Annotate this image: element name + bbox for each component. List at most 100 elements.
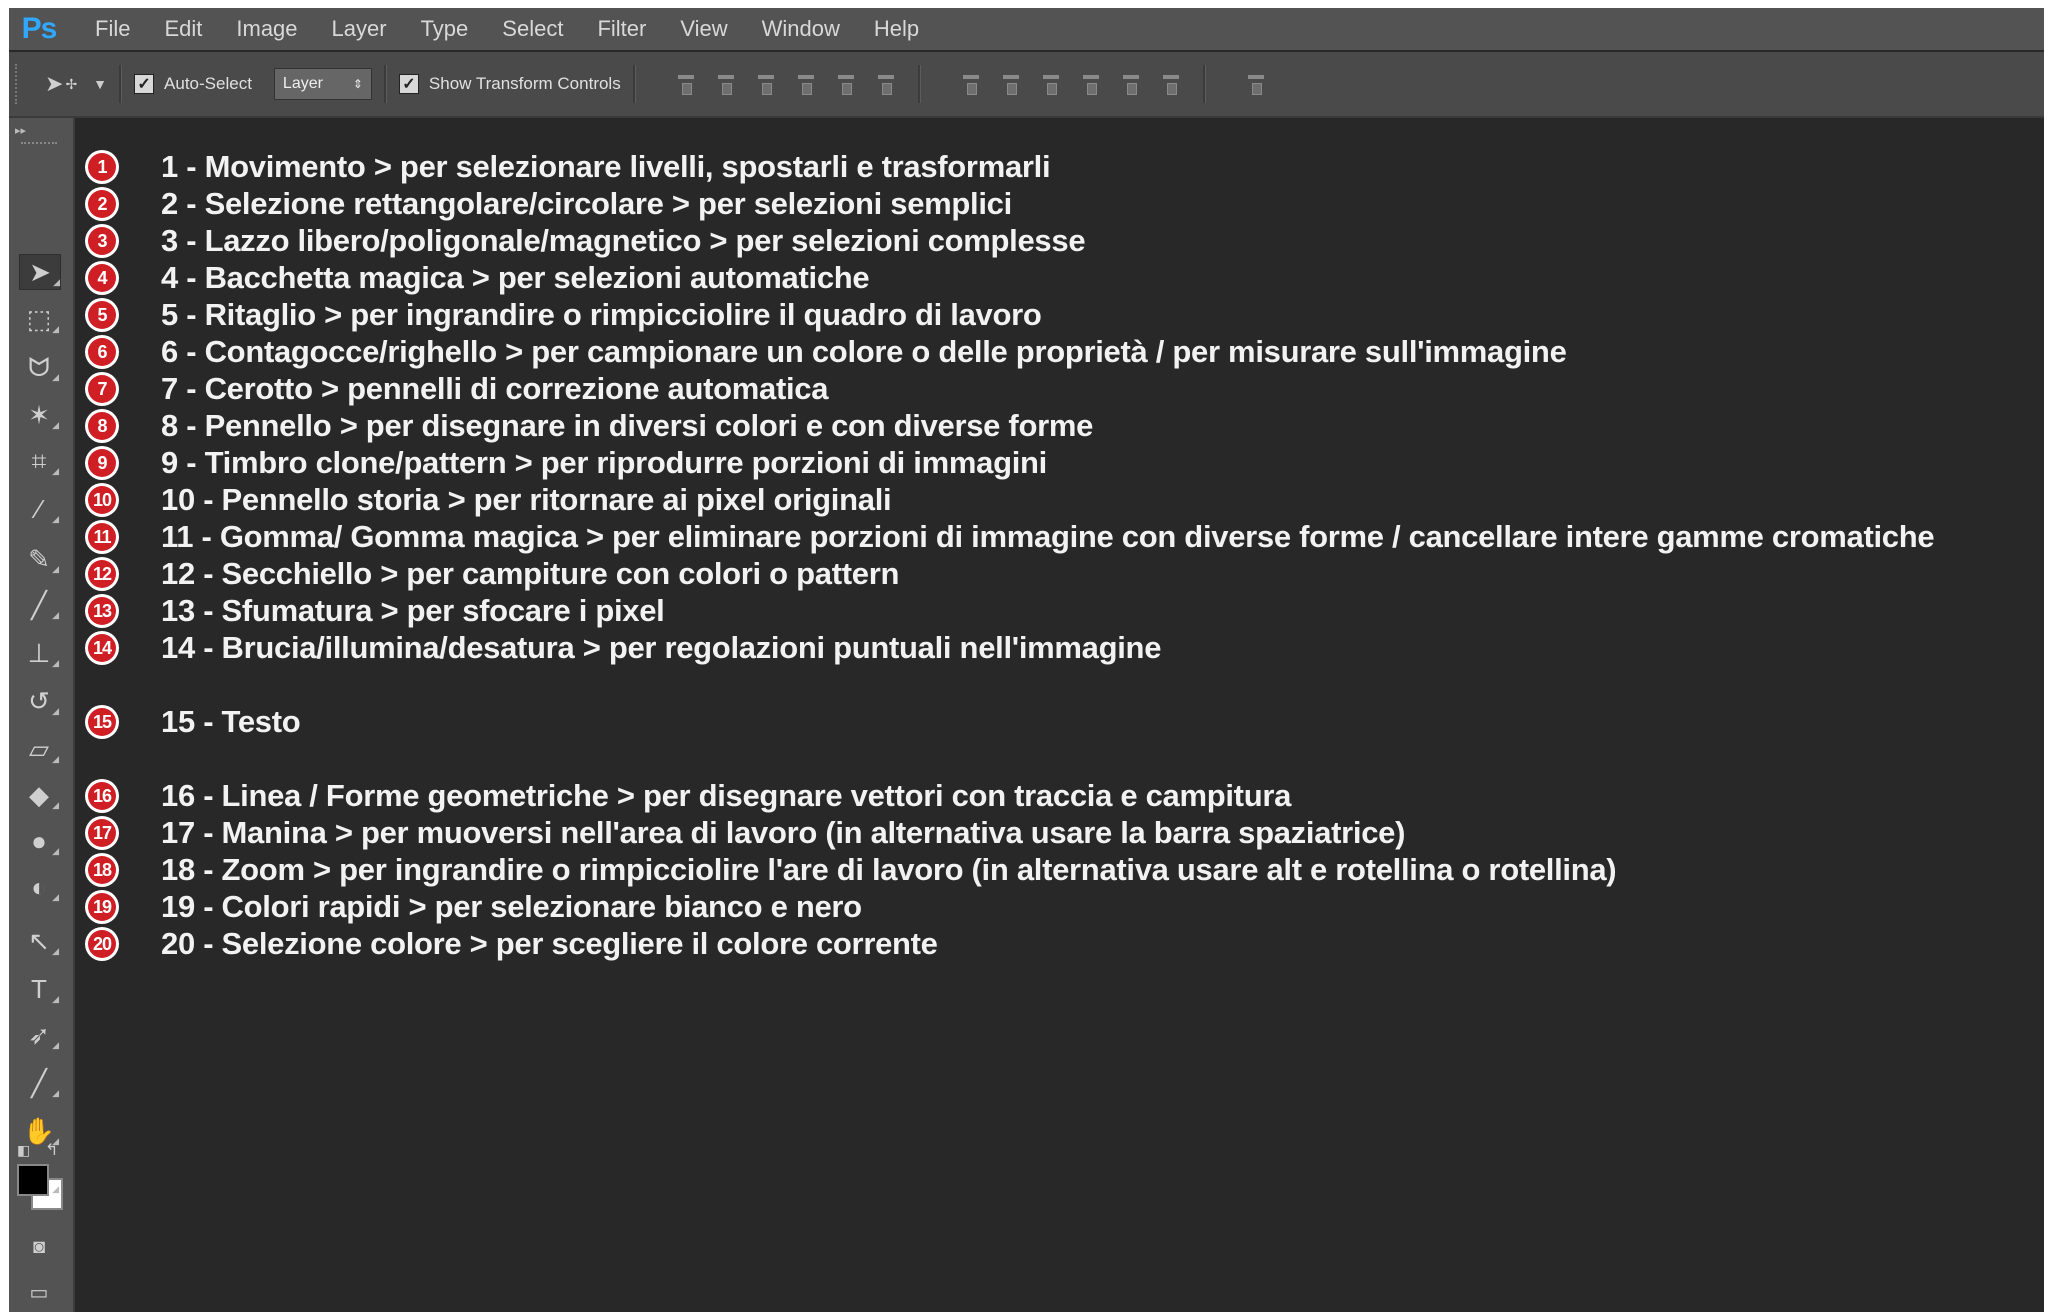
number-badge-label: 11 — [88, 523, 116, 551]
list-item-text: 5 - Ritaglio > per ingrandire o rimpicci… — [161, 297, 1042, 332]
number-badge-label: 4 — [88, 264, 116, 292]
number-badge-label: 18 — [88, 856, 116, 884]
number-badge: 17 — [85, 816, 119, 850]
show-transform-controls-label: Show Transform Controls — [428, 74, 621, 93]
foreground-color-swatch[interactable] — [17, 1164, 49, 1196]
divider — [119, 65, 123, 103]
number-badge: 11 — [85, 520, 119, 554]
quick-mask-icon[interactable]: ◙ — [19, 1230, 59, 1264]
path-selection-tool-icon: ➶ — [28, 1020, 50, 1050]
menu-layer[interactable]: Layer — [332, 16, 387, 42]
menu-bar: Ps File Edit Image Layer Type Select Fil… — [9, 8, 2044, 50]
number-badge-label: 14 — [88, 634, 116, 662]
list-item-text: 18 - Zoom > per ingrandire o rimpiccioli… — [161, 852, 1617, 887]
line-tool-icon: ╱ — [31, 1068, 47, 1098]
align-right-edges-icon[interactable] — [875, 71, 897, 97]
menu-edit[interactable]: Edit — [164, 16, 202, 42]
divider — [383, 65, 387, 103]
list-item-text: 3 - Lazzo libero/poligonale/magnetico > … — [161, 223, 1086, 258]
number-badge-label: 12 — [88, 560, 116, 588]
tool-preset-picker[interactable]: ➤ ✢ ▼ — [45, 71, 107, 97]
list-item-text: 4 - Bacchetta magica > per selezioni aut… — [161, 260, 870, 295]
number-badge-label: 8 — [88, 412, 116, 440]
number-badge: 7 — [85, 372, 119, 406]
auto-select-target-dropdown[interactable]: Layer ⇕ — [273, 68, 372, 100]
tool-flyout-indicator: ◢ — [52, 994, 59, 1004]
list-item-text: 19 - Colori rapidi > per selezionare bia… — [161, 889, 862, 924]
tool-flyout-indicator: ◢ — [52, 754, 59, 764]
type-tool-icon: T — [31, 974, 47, 1004]
number-badge-label: 7 — [88, 375, 116, 403]
distribute-bottom-edges-icon[interactable] — [1040, 71, 1062, 97]
checkmark-icon: ✓ — [134, 74, 155, 94]
list-item-text: 15 - Testo — [161, 704, 301, 739]
distribute-vertical-centers-icon[interactable] — [1000, 71, 1022, 97]
list-item-text: 20 - Selezione colore > per scegliere il… — [161, 926, 938, 961]
number-badge: 8 — [85, 409, 119, 443]
auto-select-target-value: Layer — [282, 75, 323, 92]
menu-filter[interactable]: Filter — [597, 16, 646, 42]
number-badge: 13 — [85, 594, 119, 628]
distribute-left-edges-icon[interactable] — [1080, 71, 1102, 97]
number-badge-label: 17 — [88, 819, 116, 847]
plus-icon: ✢ — [65, 75, 78, 92]
tool-flyout-indicator: ◢ — [52, 1136, 59, 1146]
hand-tool-button[interactable]: ✋ ◢ — [19, 1114, 59, 1148]
number-badge-label: 15 — [88, 708, 116, 736]
path-selection-tool-button[interactable]: ➶ ◢ — [19, 1018, 59, 1052]
tool-flyout-indicator: ◢ — [52, 1184, 59, 1194]
move-tool-icon: ➤ — [45, 71, 64, 96]
menu-help[interactable]: Help — [874, 16, 919, 42]
align-horizontal-centers-icon[interactable] — [835, 71, 857, 97]
menu-window[interactable]: Window — [762, 16, 840, 42]
number-badge-label: 19 — [88, 893, 116, 921]
show-transform-controls-checkbox[interactable]: ✓ Show Transform Controls — [398, 74, 621, 94]
menu-view[interactable]: View — [680, 16, 727, 42]
align-bottom-edges-icon[interactable] — [755, 71, 777, 97]
list-item-text: 7 - Cerotto > pennelli di correzione aut… — [161, 371, 829, 406]
number-badge: 14 — [85, 631, 119, 665]
align-top-edges-icon[interactable] — [675, 71, 697, 97]
list-item-text: 1 - Movimento > per selezionare livelli,… — [161, 149, 1051, 184]
line-tool-button[interactable]: ╱ ◢ — [19, 1066, 59, 1100]
distribute-horizontal-centers-icon[interactable] — [1120, 71, 1142, 97]
divider — [632, 65, 636, 103]
tool-flyout-indicator: ◢ — [52, 1040, 59, 1050]
options-bar-grip[interactable] — [15, 64, 23, 104]
stepper-arrows-icon: ⇕ — [352, 77, 363, 91]
number-badge: 4 — [85, 261, 119, 295]
number-badge: 2 — [85, 187, 119, 221]
auto-align-buttons — [1236, 71, 1276, 97]
number-badge-label: 5 — [88, 301, 116, 329]
menu-select[interactable]: Select — [502, 16, 563, 42]
divider — [1202, 65, 1206, 103]
number-badge: 6 — [85, 335, 119, 369]
collapse-panel-icon[interactable]: ▸▸ — [15, 124, 26, 137]
number-badge: 19 — [85, 890, 119, 924]
number-badge-label: 16 — [88, 782, 116, 810]
menu-file[interactable]: File — [95, 16, 130, 42]
type-tool-button[interactable]: T ◢ — [19, 972, 59, 1006]
number-badge: 15 — [85, 705, 119, 739]
photoshop-logo: Ps — [21, 12, 58, 45]
distribute-right-edges-icon[interactable] — [1160, 71, 1182, 97]
align-vertical-centers-icon[interactable] — [715, 71, 737, 97]
number-badge: 18 — [85, 853, 119, 887]
distribute-top-edges-icon[interactable] — [960, 71, 982, 97]
number-badge-label: 13 — [88, 597, 116, 625]
list-item-text: 17 - Manina > per muoversi nell'area di … — [161, 815, 1406, 850]
menu-type[interactable]: Type — [421, 16, 469, 42]
auto-select-checkbox[interactable]: ✓ Auto-Select — [134, 74, 252, 94]
screen-mode-icon[interactable]: ▭ — [19, 1276, 59, 1310]
checkmark-icon: ✓ — [398, 74, 419, 94]
number-badge-label: 10 — [88, 486, 116, 514]
distribute-buttons — [951, 71, 1191, 97]
number-badge: 10 — [85, 483, 119, 517]
align-left-edges-icon[interactable] — [795, 71, 817, 97]
auto-align-layers-icon[interactable] — [1245, 71, 1267, 97]
number-badge-label: 9 — [88, 449, 116, 477]
number-badge-label: 3 — [88, 227, 116, 255]
list-item: 20 20 - Selezione colore > per scegliere … — [9, 922, 2044, 966]
list-item-text: 12 - Secchiello > per campiture con colo… — [161, 556, 900, 591]
menu-image[interactable]: Image — [236, 16, 297, 42]
